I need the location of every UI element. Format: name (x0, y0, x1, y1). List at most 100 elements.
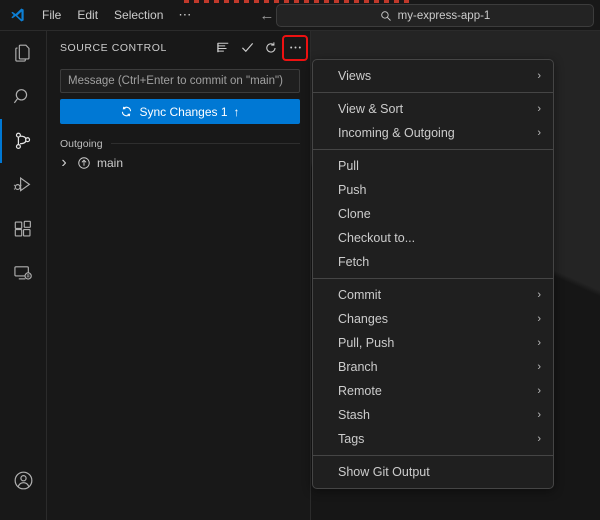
sync-changes-button[interactable]: Sync Changes 1 ↑ (60, 99, 300, 124)
activity-bar-item-search[interactable] (0, 75, 47, 119)
activity-bar-item-run-and-debug[interactable] (0, 163, 47, 207)
activity-bar-item-accounts[interactable] (0, 458, 47, 502)
menu-separator (313, 455, 553, 456)
menu-item-tags[interactable]: Tags › (313, 427, 553, 451)
outgoing-section-label: Outgoing (60, 138, 103, 150)
activity-bar-item-explorer[interactable] (0, 31, 47, 75)
menu-item-pull-push[interactable]: Pull, Push › (313, 331, 553, 355)
title-bar: File Edit Selection ⋯ ← → my-express-app… (0, 0, 600, 31)
outgoing-section-header: Outgoing (47, 135, 310, 152)
refresh-icon (264, 41, 278, 55)
chevron-right-icon: › (537, 104, 541, 115)
section-divider (111, 143, 300, 144)
menu-item-stash[interactable]: Stash › (313, 403, 553, 427)
account-circle-icon (12, 469, 35, 492)
commit-button[interactable] (236, 37, 258, 59)
chevron-right-icon: › (537, 290, 541, 301)
menu-item-pull[interactable]: Pull (313, 154, 553, 178)
run-debug-icon (12, 174, 34, 196)
chevron-right-icon: › (537, 128, 541, 139)
chevron-right-icon: › (537, 314, 541, 325)
menu-item-label: Pull, Push (338, 336, 537, 350)
source-control-icon (12, 130, 34, 152)
menu-item-label: Checkout to... (338, 231, 541, 245)
commit-message-input[interactable]: Message (Ctrl+Enter to commit on "main") (60, 69, 300, 93)
more-actions-button[interactable] (284, 37, 306, 59)
menu-item-remote[interactable]: Remote › (313, 379, 553, 403)
tree-row-main-branch[interactable]: › main (47, 152, 310, 174)
commit-message-placeholder: Message (Ctrl+Enter to commit on "main") (68, 75, 283, 87)
sync-changes-label: Sync Changes 1 (139, 105, 227, 119)
menu-separator (313, 149, 553, 150)
menu-item-label: Incoming & Outgoing (338, 126, 537, 140)
menu-item-show-git-output[interactable]: Show Git Output (313, 460, 553, 484)
chevron-right-icon: › (537, 338, 541, 349)
menu-item-incoming-and-outgoing[interactable]: Incoming & Outgoing › (313, 121, 553, 145)
sync-changes-arrow: ↑ (234, 105, 240, 119)
menu-item-branch[interactable]: Branch › (313, 355, 553, 379)
menu-item-label: Show Git Output (338, 465, 541, 479)
chevron-right-icon: › (537, 410, 541, 421)
menubar-item-edit[interactable]: Edit (69, 4, 106, 26)
search-icon (12, 86, 34, 108)
arrow-left-icon[interactable]: ← (259, 8, 274, 23)
refresh-button[interactable] (260, 37, 282, 59)
activity-bar (0, 31, 47, 520)
ellipsis-icon (288, 40, 303, 55)
source-control-context-menu: Views › View & Sort › Incoming & Outgoin… (312, 59, 554, 489)
remote-explorer-icon (12, 262, 34, 284)
menu-item-label: Commit (338, 288, 537, 302)
menu-bar: File Edit Selection ⋯ (34, 0, 199, 30)
sidebar-title: SOURCE CONTROL (60, 42, 212, 54)
menu-item-label: View & Sort (338, 102, 537, 116)
chevron-right-icon: › (537, 434, 541, 445)
menubar-item-selection[interactable]: Selection (106, 4, 171, 26)
menu-item-label: Branch (338, 360, 537, 374)
activity-bar-item-remote-explorer[interactable] (0, 251, 47, 295)
menu-item-label: Changes (338, 312, 537, 326)
annotation-dashed-underline (184, 0, 412, 3)
menu-item-label: Fetch (338, 255, 541, 269)
search-icon (380, 10, 392, 22)
view-as-list-button[interactable] (212, 37, 234, 59)
menu-separator (313, 278, 553, 279)
activity-bar-item-extensions[interactable] (0, 207, 47, 251)
menu-item-commit[interactable]: Commit › (313, 283, 553, 307)
menu-item-label: Clone (338, 207, 541, 221)
list-view-icon (216, 41, 230, 55)
menu-item-label: Push (338, 183, 541, 197)
menu-item-label: Tags (338, 432, 537, 446)
chevron-right-icon: › (537, 71, 541, 82)
menu-item-label: Views (338, 69, 537, 83)
menu-item-changes[interactable]: Changes › (313, 307, 553, 331)
sync-icon (120, 105, 133, 118)
extensions-icon (12, 218, 34, 240)
menu-item-push[interactable]: Push (313, 178, 553, 202)
menu-item-views[interactable]: Views › (313, 64, 553, 88)
menu-item-fetch[interactable]: Fetch (313, 250, 553, 274)
activity-bar-item-source-control[interactable] (0, 119, 47, 163)
menu-item-view-and-sort[interactable]: View & Sort › (313, 97, 553, 121)
menu-item-label: Stash (338, 408, 537, 422)
arrow-circle-up-icon (75, 156, 93, 170)
menu-item-clone[interactable]: Clone (313, 202, 553, 226)
menu-item-label: Pull (338, 159, 541, 173)
source-control-sidebar: SOURCE CONTROL (47, 31, 311, 520)
command-center-text: my-express-app-1 (398, 10, 491, 22)
sidebar-actions (212, 37, 306, 59)
files-icon (12, 42, 34, 64)
vscode-window: File Edit Selection ⋯ ← → my-express-app… (0, 0, 600, 520)
chevron-right-icon: › (537, 386, 541, 397)
menubar-item-file[interactable]: File (34, 4, 69, 26)
vscode-logo-icon (0, 7, 34, 24)
chevron-right-icon: › (537, 362, 541, 373)
chevron-right-icon[interactable]: › (57, 154, 71, 172)
menubar-item-more[interactable]: ⋯ (171, 4, 199, 26)
check-icon (240, 40, 255, 55)
menu-item-label: Remote (338, 384, 537, 398)
sidebar-header: SOURCE CONTROL (47, 31, 310, 64)
menu-item-checkout-to[interactable]: Checkout to... (313, 226, 553, 250)
command-center[interactable]: my-express-app-1 (276, 4, 594, 27)
tree-row-label: main (97, 156, 123, 170)
menu-separator (313, 92, 553, 93)
